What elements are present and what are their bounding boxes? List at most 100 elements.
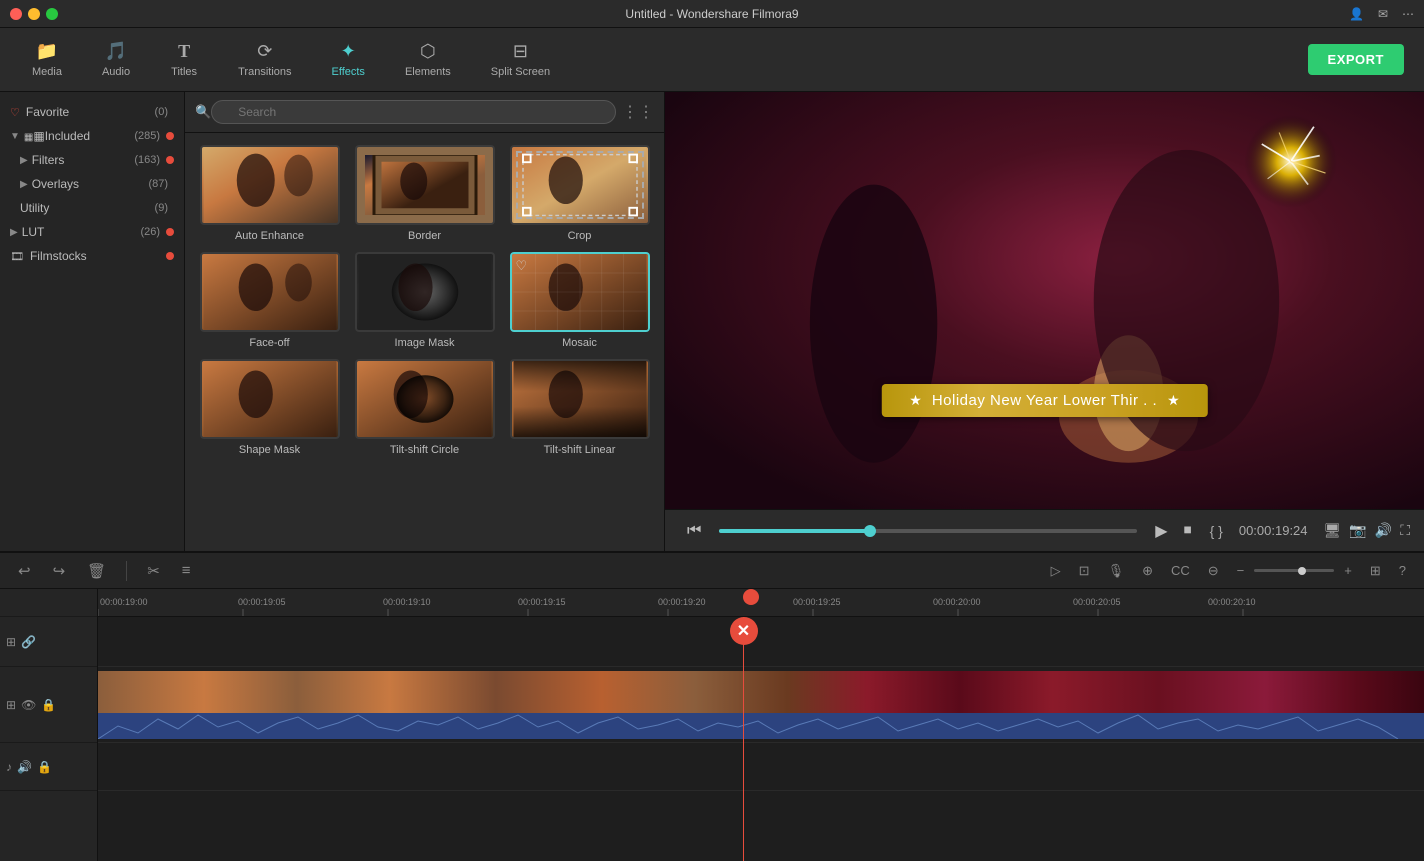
svg-text:00:00:19:00: 00:00:19:00	[100, 597, 148, 607]
sidebar-item-included-count: (285)	[134, 130, 160, 142]
filters-red-dot	[166, 156, 174, 164]
redo-button[interactable]: ↪	[47, 559, 72, 583]
expand-arrow-lut: ▶	[10, 227, 18, 238]
user-icon[interactable]: 👤	[1349, 7, 1364, 21]
track-music-icon[interactable]: ♪	[6, 760, 12, 774]
effect-shape-mask[interactable]: Shape Mask	[197, 359, 342, 456]
sidebar-item-favorite[interactable]: ♡ Favorite (0)	[0, 100, 184, 124]
track-layout-icon[interactable]: ⊞	[6, 635, 16, 649]
track-lock-icon[interactable]: 🔒	[41, 698, 56, 712]
track-volume-icon[interactable]: 🔊	[17, 760, 32, 774]
effect-tilt-shift-linear[interactable]: Tilt-shift Linear	[507, 359, 652, 456]
play-clip-button[interactable]: ▷	[1045, 560, 1067, 582]
zoom-slider[interactable]	[1254, 569, 1334, 572]
mail-icon[interactable]: ✉	[1378, 7, 1388, 21]
media-tool[interactable]: 📁 Media	[16, 35, 78, 84]
export-button[interactable]: EXPORT	[1308, 44, 1404, 75]
sidebar-item-included[interactable]: ▼ ▦ Included (285)	[0, 124, 184, 148]
video-clip[interactable]	[98, 671, 1424, 739]
effect-face-off[interactable]: Face-off	[197, 252, 342, 349]
help-button[interactable]: ?	[1393, 560, 1412, 581]
mic-button[interactable]: 🎙	[1102, 560, 1131, 582]
skip-back-button[interactable]: ⏮	[679, 518, 709, 544]
track-layout-icon-2[interactable]: ⊞	[6, 698, 16, 712]
filmstocks-icon: 🎞	[10, 250, 24, 263]
effect-mosaic[interactable]: ♡ Mosaic	[507, 252, 652, 349]
effect-auto-enhance[interactable]: Auto Enhance	[197, 145, 342, 242]
close-button[interactable]	[10, 8, 22, 20]
loop-button[interactable]: ⊖	[1202, 560, 1225, 582]
search-input[interactable]	[211, 100, 616, 124]
track-lock-icon-2[interactable]: 🔒	[37, 760, 52, 774]
mosaic-heart-icon: ♡	[516, 258, 528, 274]
track-add-button[interactable]: ⊕	[1136, 560, 1159, 582]
titles-tool[interactable]: T Titles	[154, 35, 214, 84]
effect-border[interactable]: Border	[352, 145, 497, 242]
svg-text:00:00:20:00: 00:00:20:00	[933, 597, 981, 607]
effect-crop[interactable]: Crop	[507, 145, 652, 242]
transitions-tool[interactable]: ⟳ Transitions	[222, 35, 307, 84]
split-screen-icon: ⊟	[513, 41, 528, 62]
sidebar-item-filters[interactable]: ▶ Filters (163)	[0, 148, 184, 172]
effect-label-crop: Crop	[568, 230, 592, 242]
effect-image-mask[interactable]: Image Mask	[352, 252, 497, 349]
grid-toggle-icon[interactable]: ⋮⋮	[622, 102, 654, 122]
undo-button[interactable]: ↩	[12, 559, 37, 583]
effect-label-face-off: Face-off	[249, 337, 289, 349]
sidebar-item-filters-label: Filters	[32, 153, 135, 167]
grid-icon-included: ▦	[24, 129, 45, 143]
subtitle-button[interactable]: CC	[1165, 560, 1196, 581]
sidebar-item-lut[interactable]: ▶ LUT (26)	[0, 220, 184, 244]
delete-button[interactable]: 🗑	[81, 559, 112, 583]
effects-panel: 🔍 ⋮⋮	[185, 92, 665, 551]
volume-icon[interactable]: 🔊	[1375, 522, 1392, 539]
preview-timeline-bar[interactable]	[719, 529, 1137, 533]
time-display: 00:00:19:24	[1231, 519, 1316, 542]
split-screen-tool[interactable]: ⊟ Split Screen	[475, 35, 566, 84]
list-button[interactable]: ≡	[176, 559, 197, 582]
sidebar-item-overlays[interactable]: ▶ Overlays (87)	[0, 172, 184, 196]
monitor-icon[interactable]: 🖥	[1324, 522, 1342, 539]
effect-label-mosaic: Mosaic	[562, 337, 597, 349]
heart-icon: ♡	[10, 106, 20, 119]
track-label-audio: ♪ 🔊 🔒	[0, 743, 97, 791]
zoom-out-button[interactable]: −	[1231, 560, 1251, 581]
fullscreen-icon[interactable]: ⛶	[1400, 522, 1410, 539]
track-row-video	[98, 667, 1424, 743]
sidebar-item-utility[interactable]: Utility (9)	[0, 196, 184, 220]
app: 📁 Media 🎵 Audio T Titles ⟳ Transitions ✦…	[0, 28, 1424, 861]
sidebar-item-included-label: Included	[45, 129, 135, 143]
sidebar-item-utility-label: Utility	[20, 201, 155, 215]
screenshot-icon[interactable]: 📷	[1349, 522, 1366, 539]
lut-red-dot	[166, 228, 174, 236]
effect-thumb-border	[355, 145, 495, 225]
maximize-button[interactable]	[46, 8, 58, 20]
expand-arrow-overlays: ▶	[20, 179, 28, 190]
effects-tool[interactable]: ✦ Effects	[316, 35, 381, 84]
transitions-icon: ⟳	[257, 41, 272, 62]
effect-label-auto-enhance: Auto Enhance	[235, 230, 304, 242]
minimize-button[interactable]	[28, 8, 40, 20]
stop-button[interactable]: ⏹	[1176, 518, 1200, 544]
timeline-right-tools: ▷ ⊡ 🎙 ⊕ CC ⊖ − + ⊞ ?	[1045, 560, 1412, 582]
cut-button[interactable]: ✂	[141, 559, 166, 583]
search-wrap: 🔍	[195, 100, 616, 124]
sidebar-item-filmstocks[interactable]: 🎞 Filmstocks	[0, 244, 184, 268]
traffic-lights	[10, 8, 58, 20]
settings-icon[interactable]: ⋯	[1402, 7, 1414, 21]
snap-button[interactable]: ⊡	[1073, 560, 1096, 582]
audio-label: Audio	[102, 66, 130, 78]
elements-tool[interactable]: ⬡ Elements	[389, 35, 467, 84]
lower-third-banner: ★ Holiday New Year Lower Thir . . ★	[881, 384, 1207, 417]
play-button[interactable]: ▶	[1147, 517, 1175, 545]
track-link-icon[interactable]: 🔗	[21, 635, 36, 649]
effect-tilt-shift-circle[interactable]: Tilt-shift Circle	[352, 359, 497, 456]
zoom-in-button[interactable]: +	[1338, 560, 1358, 581]
grid-view-button[interactable]: ⊞	[1364, 560, 1387, 582]
audio-tool[interactable]: 🎵 Audio	[86, 35, 146, 84]
effect-thumb-auto-enhance	[200, 145, 340, 225]
zoom-slider-thumb	[1298, 567, 1306, 575]
effect-thumb-face-off	[200, 252, 340, 332]
media-icon: 📁	[36, 41, 58, 62]
track-eye-icon[interactable]: 👁	[21, 698, 36, 712]
